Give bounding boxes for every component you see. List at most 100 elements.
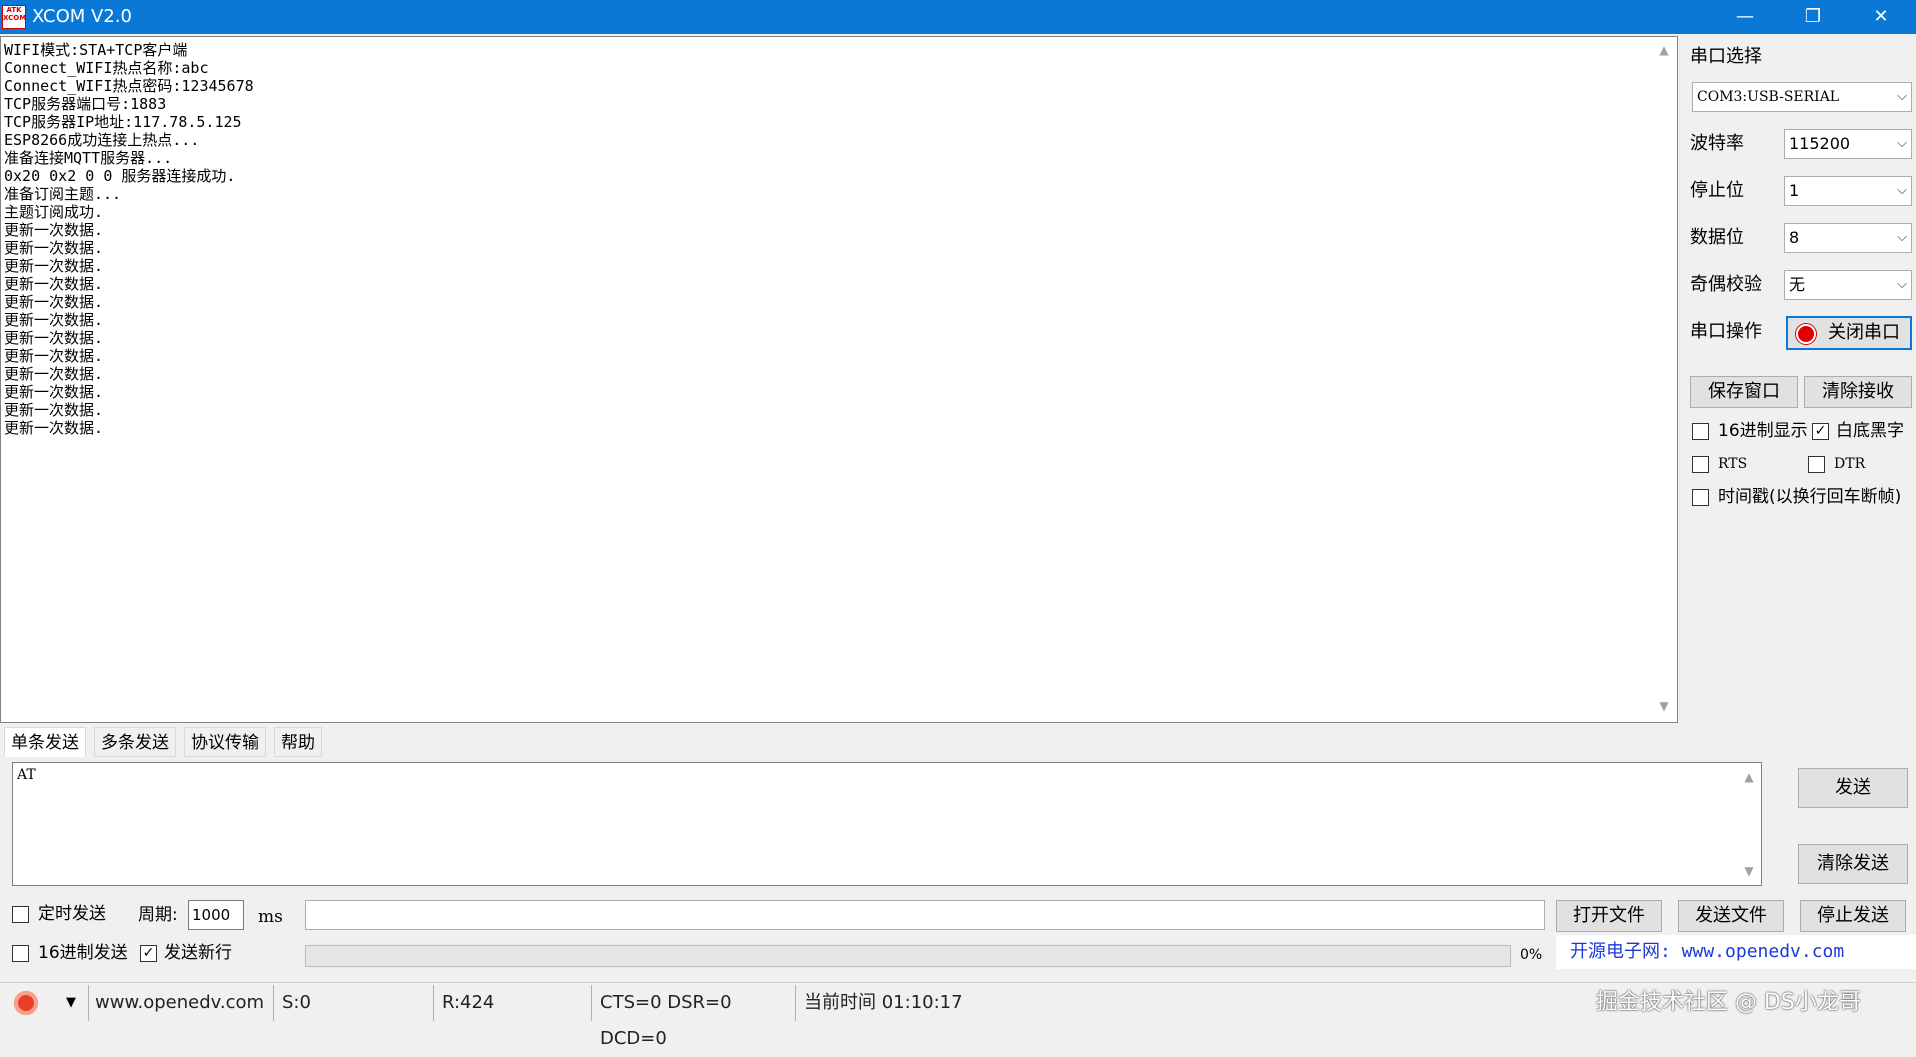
hex-send-label: 16进制发送 bbox=[38, 943, 128, 963]
site-banner[interactable]: 开源电子网: www.openedv.com bbox=[1556, 935, 1916, 969]
tab-single-send[interactable]: 单条发送 bbox=[4, 727, 86, 757]
port-select-value: COM3:USB-SERIAL bbox=[1697, 89, 1840, 105]
port-select[interactable]: COM3:USB-SERIAL ⌵ bbox=[1692, 82, 1912, 112]
chevron-down-icon: ⌵ bbox=[1897, 89, 1907, 104]
white-bg-label: 白底黑字 bbox=[1836, 421, 1904, 441]
rts-checkbox[interactable] bbox=[1692, 456, 1709, 473]
minimize-button[interactable]: — bbox=[1710, 0, 1780, 34]
status-received-count: R:424 bbox=[436, 985, 592, 1021]
baud-select[interactable]: 115200 ⌵ bbox=[1784, 129, 1912, 159]
receive-textarea[interactable]: WIFI模式:STA+TCP客户端 Connect_WIFI热点名称:abc Con… bbox=[0, 36, 1678, 723]
receive-line: ESP8266成功连接上热点... bbox=[4, 131, 200, 149]
receive-line: 更新一次数据. bbox=[4, 329, 104, 347]
record-icon[interactable] bbox=[14, 991, 38, 1015]
receive-line: 更新一次数据. bbox=[4, 239, 104, 257]
status-website[interactable]: www.openedv.com bbox=[88, 985, 274, 1021]
hex-display-label: 16进制显示 bbox=[1718, 421, 1808, 441]
period-input[interactable]: 1000 bbox=[188, 900, 244, 930]
chevron-down-icon: ⌵ bbox=[1897, 183, 1907, 198]
scroll-up-icon[interactable]: ▲ bbox=[1737, 767, 1761, 787]
receive-line: 更新一次数据. bbox=[4, 221, 104, 239]
receive-line: 0x20 0x2 0 0 服务器连接成功. bbox=[4, 167, 236, 185]
file-path-field[interactable] bbox=[305, 900, 1545, 930]
receive-line: 准备订阅主题... bbox=[4, 185, 122, 203]
tab-protocol[interactable]: 协议传输 bbox=[184, 727, 266, 757]
receive-line: 更新一次数据. bbox=[4, 383, 104, 401]
receive-line: 更新一次数据. bbox=[4, 419, 104, 437]
stopbit-value: 1 bbox=[1789, 181, 1800, 200]
baud-label: 波特率 bbox=[1690, 133, 1744, 154]
stopbit-label: 停止位 bbox=[1690, 180, 1744, 201]
dtr-checkbox[interactable] bbox=[1808, 456, 1825, 473]
close-window-button[interactable]: ✕ bbox=[1846, 0, 1916, 34]
progress-percent: 0% bbox=[1520, 947, 1543, 963]
save-window-button[interactable]: 保存窗口 bbox=[1690, 376, 1798, 408]
period-label: 周期: bbox=[138, 905, 178, 925]
receive-line: 更新一次数据. bbox=[4, 347, 104, 365]
scroll-down-icon[interactable]: ▼ bbox=[1652, 696, 1676, 716]
receive-line: 更新一次数据. bbox=[4, 257, 104, 275]
receive-scrollbar[interactable]: ▲ ▼ bbox=[1652, 36, 1676, 722]
close-port-button[interactable]: 关闭串口 bbox=[1786, 316, 1912, 350]
port-op-label: 串口操作 bbox=[1690, 321, 1762, 342]
timed-send-label: 定时发送 bbox=[38, 904, 106, 924]
title-bar: ATK XCOM XCOM V2.0 — ❐ ✕ bbox=[0, 0, 1916, 34]
status-time: 当前时间 01:10:17 bbox=[804, 992, 963, 1013]
port-select-label: 串口选择 bbox=[1690, 46, 1762, 67]
receive-line: Connect_WIFI热点名称:abc bbox=[4, 59, 209, 77]
newline-checkbox[interactable]: ✓ bbox=[140, 945, 157, 962]
receive-text: WIFI模式:STA+TCP客户端 Connect_WIFI热点名称:abc Con… bbox=[4, 41, 1644, 716]
receive-line: TCP服务器端口号:1883 bbox=[4, 95, 167, 113]
timed-send-checkbox[interactable] bbox=[12, 906, 29, 923]
scroll-down-icon[interactable]: ▼ bbox=[1737, 861, 1761, 881]
open-file-button[interactable]: 打开文件 bbox=[1556, 900, 1662, 932]
rts-label: RTS bbox=[1718, 456, 1748, 472]
restore-button[interactable]: ❐ bbox=[1778, 0, 1848, 34]
scroll-up-icon[interactable]: ▲ bbox=[1652, 40, 1676, 60]
timestamp-label: 时间戳(以换行回车断帧) bbox=[1718, 487, 1902, 507]
receive-line: 主题订阅成功. bbox=[4, 203, 104, 221]
receive-line: Connect_WIFI热点密码:12345678 bbox=[4, 77, 254, 95]
hex-send-checkbox[interactable] bbox=[12, 945, 29, 962]
status-signals: CTS=0 DSR=0 DCD=0 bbox=[594, 985, 796, 1049]
stopbit-select[interactable]: 1 ⌵ bbox=[1784, 176, 1912, 206]
dropdown-arrow-icon[interactable]: ▼ bbox=[66, 991, 76, 1015]
chevron-down-icon: ⌵ bbox=[1897, 230, 1907, 245]
send-textarea[interactable]: AT ▲ ▼ bbox=[12, 762, 1762, 886]
send-file-button[interactable]: 发送文件 bbox=[1678, 900, 1784, 932]
receive-line: 更新一次数据. bbox=[4, 275, 104, 293]
receive-line: 更新一次数据. bbox=[4, 293, 104, 311]
send-progress-bar bbox=[305, 945, 1511, 967]
chevron-down-icon: ⌵ bbox=[1897, 136, 1907, 151]
send-text: AT bbox=[17, 767, 36, 783]
hex-display-checkbox[interactable] bbox=[1692, 423, 1709, 440]
receive-line: 更新一次数据. bbox=[4, 311, 104, 329]
databit-value: 8 bbox=[1789, 228, 1800, 247]
tab-multi-send[interactable]: 多条发送 bbox=[94, 727, 176, 757]
chevron-down-icon: ⌵ bbox=[1897, 277, 1907, 292]
watermark: 掘金技术社区 @ DS小龙哥 bbox=[1596, 990, 1861, 1015]
timestamp-checkbox[interactable] bbox=[1692, 489, 1709, 506]
send-button[interactable]: 发送 bbox=[1798, 768, 1908, 808]
receive-line: TCP服务器IP地址:117.78.5.125 bbox=[4, 113, 242, 131]
period-unit: ms bbox=[258, 907, 283, 927]
receive-line: 更新一次数据. bbox=[4, 365, 104, 383]
clear-send-button[interactable]: 清除发送 bbox=[1798, 844, 1908, 884]
status-sent-count: S:0 bbox=[276, 985, 434, 1021]
receive-line: 准备连接MQTT服务器... bbox=[4, 149, 173, 167]
parity-value: 无 bbox=[1789, 275, 1806, 294]
baud-value: 115200 bbox=[1789, 134, 1851, 153]
tab-help[interactable]: 帮助 bbox=[274, 727, 322, 757]
white-bg-checkbox[interactable]: ✓ bbox=[1812, 423, 1829, 440]
dtr-label: DTR bbox=[1834, 456, 1866, 472]
port-status-icon bbox=[1796, 324, 1816, 344]
window-title: XCOM V2.0 bbox=[32, 6, 132, 27]
clear-receive-button[interactable]: 清除接收 bbox=[1804, 376, 1912, 408]
stop-send-button[interactable]: 停止发送 bbox=[1800, 900, 1906, 932]
databit-select[interactable]: 8 ⌵ bbox=[1784, 223, 1912, 253]
close-port-label: 关闭串口 bbox=[1828, 322, 1900, 343]
parity-label: 奇偶校验 bbox=[1690, 274, 1762, 295]
app-logo-icon: ATK XCOM bbox=[2, 5, 26, 29]
databit-label: 数据位 bbox=[1690, 227, 1744, 248]
parity-select[interactable]: 无 ⌵ bbox=[1784, 270, 1912, 300]
